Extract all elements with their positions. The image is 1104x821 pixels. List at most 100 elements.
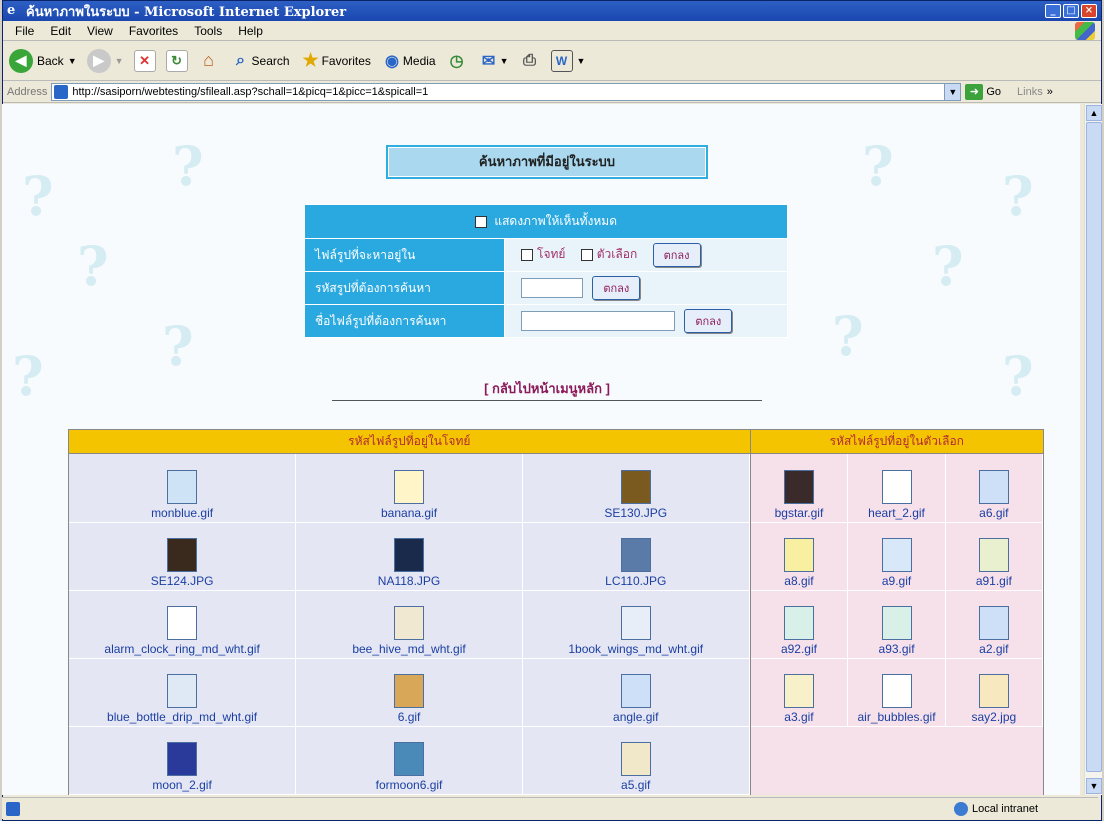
menu-help[interactable]: Help (230, 24, 271, 38)
image-thumbnail[interactable] (620, 741, 651, 776)
image-file-name[interactable]: alarm_clock_ring_md_wht.gif (69, 642, 295, 656)
file-name-input[interactable] (521, 311, 675, 331)
image-thumbnail[interactable] (167, 673, 198, 708)
home-button[interactable]: ⌂ (198, 50, 220, 72)
image-file-name[interactable]: a5.gif (523, 778, 749, 792)
image-file-name[interactable]: 1book_wings_md_wht.gif (523, 642, 749, 656)
image-file-name[interactable]: moon_2.gif (69, 778, 295, 792)
go-button[interactable]: ➜ Go (965, 83, 1001, 100)
image-thumbnail[interactable] (978, 469, 1009, 504)
choice-checkbox[interactable] (580, 249, 593, 261)
background-question-icon: ? (12, 344, 44, 408)
image-file-name[interactable]: a3.gif (751, 710, 848, 724)
location-ok-button[interactable]: ตกลง (652, 243, 701, 267)
image-cell: say2.jpg (945, 658, 1044, 727)
back-to-menu-link[interactable]: [ กลับไปหน้าเมนูหลัก ] (332, 378, 762, 399)
refresh-button[interactable]: ↻ (165, 49, 188, 72)
image-file-name[interactable]: SE130.JPG (523, 506, 749, 520)
question-checkbox[interactable] (521, 249, 533, 261)
menu-view[interactable]: View (79, 24, 121, 38)
back-button[interactable]: ◀ Back ▼ (9, 48, 77, 73)
links-label[interactable]: Links (1017, 86, 1043, 98)
image-thumbnail[interactable] (881, 673, 912, 708)
image-thumbnail[interactable] (167, 537, 198, 572)
image-file-name[interactable]: a93.gif (848, 642, 944, 656)
forward-button[interactable]: ▶ ▼ (86, 48, 124, 73)
history-button[interactable]: ◷ (446, 50, 468, 72)
image-file-name[interactable]: a8.gif (751, 574, 848, 588)
menu-file[interactable]: File (7, 24, 42, 38)
star-icon: ★ (302, 50, 319, 70)
image-thumbnail[interactable] (620, 673, 651, 708)
back-arrow-icon: ◀ (9, 48, 33, 73)
close-button[interactable]: × (1081, 4, 1097, 18)
scroll-thumb[interactable] (1086, 122, 1102, 772)
image-thumbnail[interactable] (394, 605, 425, 640)
image-file-name[interactable]: a2.gif (946, 642, 1042, 656)
vertical-scrollbar[interactable]: ▲ ▼ (1084, 104, 1102, 795)
chevron-right-icon[interactable]: » (1047, 86, 1053, 98)
image-thumbnail[interactable] (783, 605, 814, 640)
scroll-down-icon[interactable]: ▼ (1086, 778, 1102, 794)
image-file-name[interactable]: air_bubbles.gif (848, 710, 944, 724)
address-input[interactable]: http://sasiporn/webtesting/sfileall.asp?… (51, 82, 962, 101)
image-thumbnail[interactable] (394, 469, 425, 504)
image-thumbnail[interactable] (783, 469, 814, 504)
image-file-name[interactable]: say2.jpg (946, 710, 1042, 724)
address-dropdown-icon[interactable]: ▼ (944, 83, 961, 100)
image-file-name[interactable]: angle.gif (523, 710, 749, 724)
image-file-name[interactable]: a92.gif (751, 642, 848, 656)
image-thumbnail[interactable] (783, 673, 814, 708)
divider (332, 400, 762, 401)
image-thumbnail[interactable] (620, 605, 651, 640)
media-button[interactable]: ◉ Media (381, 50, 436, 72)
image-thumbnail[interactable] (881, 469, 912, 504)
search-icon: ⌕ (236, 51, 246, 69)
image-file-name[interactable]: a6.gif (946, 506, 1042, 520)
print-button[interactable]: ⎙ (519, 50, 541, 72)
image-thumbnail[interactable] (394, 673, 425, 708)
image-thumbnail[interactable] (978, 537, 1009, 572)
image-file-name[interactable]: LC110.JPG (523, 574, 749, 588)
image-file-name[interactable]: 6.gif (296, 710, 522, 724)
image-file-name[interactable]: heart_2.gif (848, 506, 944, 520)
image-id-ok-button[interactable]: ตกลง (592, 276, 641, 300)
image-file-name[interactable]: banana.gif (296, 506, 522, 520)
menu-edit[interactable]: Edit (42, 24, 79, 38)
image-file-name[interactable]: monblue.gif (69, 506, 295, 520)
image-file-name[interactable]: a91.gif (946, 574, 1042, 588)
image-thumbnail[interactable] (620, 469, 651, 504)
image-file-name[interactable]: bgstar.gif (751, 506, 848, 520)
image-thumbnail[interactable] (620, 537, 651, 572)
menu-favorites[interactable]: Favorites (121, 24, 186, 38)
image-thumbnail[interactable] (167, 741, 198, 776)
image-file-name[interactable]: formoon6.gif (296, 778, 522, 792)
image-file-name[interactable]: bee_hive_md_wht.gif (296, 642, 522, 656)
minimize-button[interactable]: _ (1045, 4, 1061, 18)
stop-button[interactable]: ✕ (133, 49, 156, 72)
image-thumbnail[interactable] (394, 741, 425, 776)
scroll-up-icon[interactable]: ▲ (1086, 105, 1102, 121)
show-all-checkbox[interactable] (475, 215, 487, 228)
image-thumbnail[interactable] (167, 605, 198, 640)
address-url: http://sasiporn/webtesting/sfileall.asp?… (72, 85, 429, 98)
image-file-name[interactable]: NA118.JPG (296, 574, 522, 588)
image-file-name[interactable]: SE124.JPG (69, 574, 295, 588)
mail-button[interactable]: ✉ ▼ (478, 50, 509, 72)
image-thumbnail[interactable] (978, 605, 1009, 640)
edit-button[interactable]: W ▼ (550, 49, 585, 72)
menu-tools[interactable]: Tools (186, 24, 230, 38)
image-thumbnail[interactable] (783, 537, 814, 572)
maximize-button[interactable]: □ (1063, 4, 1079, 18)
file-name-ok-button[interactable]: ตกลง (684, 309, 733, 333)
image-file-name[interactable]: a9.gif (848, 574, 944, 588)
search-button[interactable]: ⌕ Search (230, 50, 290, 72)
image-file-name[interactable]: blue_bottle_drip_md_wht.gif (69, 710, 295, 724)
image-thumbnail[interactable] (978, 673, 1009, 708)
favorites-button[interactable]: ★ Favorites (300, 50, 370, 72)
image-thumbnail[interactable] (167, 469, 198, 504)
image-thumbnail[interactable] (394, 537, 425, 572)
image-thumbnail[interactable] (881, 537, 912, 572)
image-thumbnail[interactable] (881, 605, 912, 640)
image-id-input[interactable] (521, 278, 583, 298)
